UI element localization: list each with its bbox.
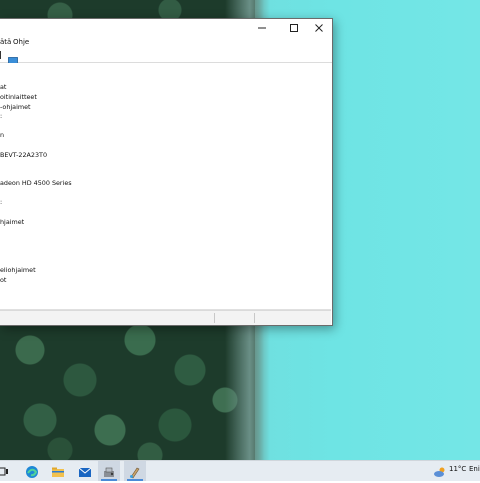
- title-bar[interactable]: [0, 19, 332, 37]
- edge-icon: [26, 466, 38, 478]
- tree-item[interactable]: -ohjaimet: [0, 103, 31, 111]
- close-button[interactable]: [307, 19, 331, 37]
- status-bar: [0, 310, 331, 325]
- tree-item[interactable]: hjaimet: [0, 218, 24, 226]
- weather-cloud-icon: [434, 467, 445, 477]
- tree-item[interactable]: ot: [0, 276, 6, 284]
- device-manager-window[interactable]: ätä Ohje at oitinlaitteet -ohjaimet : n …: [0, 18, 333, 326]
- tree-item[interactable]: at: [0, 83, 6, 91]
- device-manager-icon: [104, 467, 114, 477]
- weather-description[interactable]: Eni: [469, 465, 480, 473]
- paint-taskbar-icon-wrap: [128, 464, 142, 479]
- tree-item[interactable]: n: [0, 131, 4, 139]
- folder-icon: [52, 467, 64, 477]
- tree-item[interactable]: adeon HD 4500 Series: [0, 179, 72, 187]
- edge-button[interactable]: [25, 464, 39, 478]
- file-explorer-button[interactable]: [51, 464, 65, 478]
- mail-button[interactable]: [78, 464, 92, 478]
- tree-item[interactable]: BEVT-22A23T0: [0, 151, 47, 159]
- tree-item[interactable]: oitinlaitteet: [0, 93, 37, 101]
- mail-icon: [78, 467, 92, 477]
- close-icon: [315, 24, 323, 32]
- tree-item[interactable]: :: [0, 198, 2, 206]
- task-view-button[interactable]: [0, 464, 10, 478]
- minimize-button[interactable]: [250, 19, 274, 37]
- active-indicator: [101, 479, 117, 481]
- menu-bar: ätä Ohje: [0, 37, 332, 49]
- minimize-icon: [258, 27, 266, 29]
- active-indicator: [127, 479, 143, 481]
- maximize-button[interactable]: [282, 19, 306, 37]
- device-manager-taskbar-icon-wrap: [102, 464, 116, 478]
- paint-brush-icon: [130, 467, 140, 479]
- toolbar: [0, 49, 332, 66]
- task-view-icon: [0, 467, 8, 476]
- status-divider: [254, 313, 255, 323]
- weather-widget-button[interactable]: [433, 464, 447, 478]
- device-manager-taskbar-button[interactable]: [98, 461, 120, 481]
- tree-item[interactable]: eliohjaimet: [0, 266, 36, 274]
- menu-help[interactable]: Ohje: [13, 38, 29, 46]
- tree-item[interactable]: :: [0, 112, 2, 120]
- toolbar-monitor-button[interactable]: [8, 51, 18, 66]
- device-tree[interactable]: at oitinlaitteet -ohjaimet : n BEVT-22A2…: [0, 63, 331, 310]
- paint-taskbar-button[interactable]: [124, 461, 146, 481]
- maximize-icon: [290, 24, 298, 32]
- status-divider: [214, 313, 215, 323]
- weather-temperature[interactable]: 11°C: [449, 465, 466, 473]
- taskbar: 11°C Eni: [0, 460, 480, 481]
- menu-view[interactable]: ätä: [0, 38, 11, 46]
